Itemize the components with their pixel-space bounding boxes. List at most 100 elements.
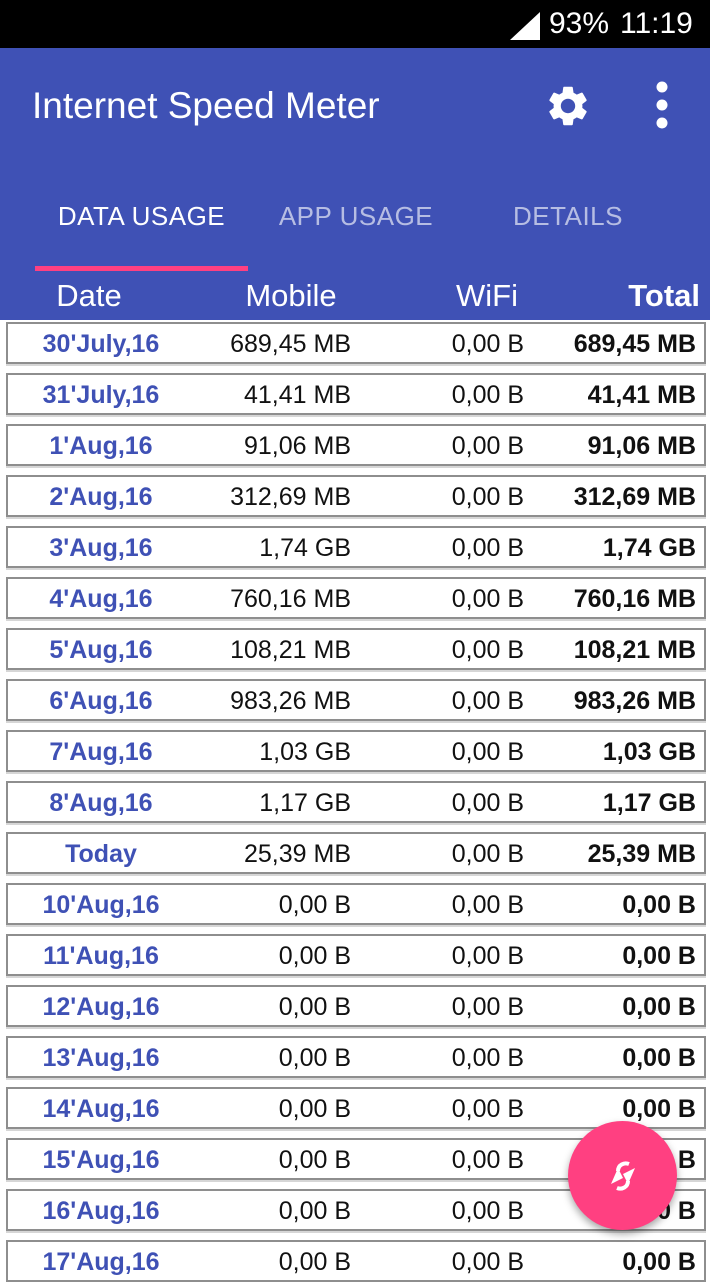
cell-total: 0,00 B [622, 891, 696, 919]
cell-date: 2'Aug,16 [49, 483, 153, 511]
cell-wifi: 0,00 B [451, 738, 524, 766]
table-row[interactable]: 4'Aug,16 760,16 MB 0,00 B 760,16 MB [6, 577, 706, 619]
cell-total: 312,69 MB [573, 483, 696, 511]
gear-icon[interactable] [544, 82, 592, 130]
clock: 11:19 [620, 7, 693, 40]
cell-wifi: 0,00 B [451, 942, 524, 970]
cell-total: 91,06 MB [587, 432, 696, 460]
table-row[interactable]: 17'Aug,16 0,00 B 0,00 B 0,00 B [6, 1240, 706, 1282]
cell-mobile: 0,00 B [278, 1197, 351, 1225]
overflow-menu-icon[interactable] [642, 78, 682, 134]
cell-date: 16'Aug,16 [42, 1197, 160, 1225]
tab-indicator [35, 266, 248, 271]
cell-wifi: 0,00 B [451, 432, 524, 460]
cell-wifi: 0,00 B [451, 1095, 524, 1123]
cell-date: Today [65, 840, 137, 868]
column-header-mobile: Mobile [245, 278, 337, 313]
column-header-total: Total [628, 278, 700, 313]
cell-wifi: 0,00 B [451, 534, 524, 562]
cell-total: 0,00 B [622, 993, 696, 1021]
cell-mobile: 0,00 B [278, 1248, 351, 1276]
cell-total: 108,21 MB [573, 636, 696, 664]
cell-wifi: 0,00 B [451, 1197, 524, 1225]
cell-date: 7'Aug,16 [49, 738, 153, 766]
table-row[interactable]: 13'Aug,16 0,00 B 0,00 B 0,00 B [6, 1036, 706, 1078]
app-title: Internet Speed Meter [32, 85, 380, 126]
cell-date: 30'July,16 [42, 330, 160, 358]
cell-wifi: 0,00 B [451, 1146, 524, 1174]
cell-wifi: 0,00 B [451, 585, 524, 613]
table-row[interactable]: 1'Aug,16 91,06 MB 0,00 B 91,06 MB [6, 424, 706, 466]
cell-total: 25,39 MB [587, 840, 696, 868]
cell-mobile: 1,03 GB [259, 738, 351, 766]
cell-wifi: 0,00 B [451, 636, 524, 664]
cell-total: 1,03 GB [602, 738, 696, 766]
cell-mobile: 0,00 B [278, 993, 351, 1021]
cell-total: 1,17 GB [602, 789, 696, 817]
table-row[interactable]: 30'July,16 689,45 MB 0,00 B 689,45 MB [6, 322, 706, 364]
cell-wifi: 0,00 B [451, 1248, 524, 1276]
cell-mobile: 760,16 MB [230, 585, 351, 613]
cell-date: 8'Aug,16 [49, 789, 153, 817]
table-row[interactable]: 12'Aug,16 0,00 B 0,00 B 0,00 B [6, 985, 706, 1027]
cell-date: 10'Aug,16 [42, 891, 160, 919]
cell-mobile: 689,45 MB [230, 330, 351, 358]
cell-wifi: 0,00 B [451, 330, 524, 358]
cell-wifi: 0,00 B [451, 840, 524, 868]
cell-wifi: 0,00 B [451, 1044, 524, 1072]
cell-date: 3'Aug,16 [49, 534, 153, 562]
battery-percent: 93% [549, 7, 610, 40]
cell-date: 13'Aug,16 [42, 1044, 160, 1072]
status-bar: 93% 11:19 [0, 0, 710, 48]
app-bar: Internet Speed Meter DATA USAGE APP USAG… [0, 48, 710, 320]
cell-wifi: 0,00 B [451, 483, 524, 511]
cell-wifi: 0,00 B [451, 381, 524, 409]
table-row[interactable]: 14'Aug,16 0,00 B 0,00 B 0,00 B [6, 1087, 706, 1129]
table-row[interactable]: Today 25,39 MB 0,00 B 25,39 MB [6, 832, 706, 874]
refresh-arrows-icon [611, 1161, 635, 1191]
signal-icon [510, 12, 540, 40]
table-row[interactable]: 11'Aug,16 0,00 B 0,00 B 0,00 B [6, 934, 706, 976]
tab-details[interactable]: DETAILS [462, 188, 674, 270]
cell-total: 0,00 B [622, 942, 696, 970]
tab-data-usage[interactable]: DATA USAGE [35, 188, 248, 270]
cell-total: 760,16 MB [573, 585, 696, 613]
cell-mobile: 108,21 MB [230, 636, 351, 664]
cell-wifi: 0,00 B [451, 687, 524, 715]
refresh-fab-button[interactable] [568, 1121, 677, 1230]
cell-mobile: 0,00 B [278, 1095, 351, 1123]
table-row[interactable]: 8'Aug,16 1,17 GB 0,00 B 1,17 GB [6, 781, 706, 823]
cell-mobile: 1,74 GB [259, 534, 351, 562]
cell-date: 4'Aug,16 [49, 585, 153, 613]
table-row[interactable]: 3'Aug,16 1,74 GB 0,00 B 1,74 GB [6, 526, 706, 568]
cell-wifi: 0,00 B [451, 891, 524, 919]
cell-date: 15'Aug,16 [42, 1146, 160, 1174]
table-row[interactable]: 31'July,16 41,41 MB 0,00 B 41,41 MB [6, 373, 706, 415]
cell-wifi: 0,00 B [451, 789, 524, 817]
tab-app-usage[interactable]: APP USAGE [250, 188, 462, 270]
cell-mobile: 0,00 B [278, 942, 351, 970]
table-row[interactable]: 7'Aug,16 1,03 GB 0,00 B 1,03 GB [6, 730, 706, 772]
cell-mobile: 312,69 MB [230, 483, 351, 511]
column-header-wifi: WiFi [456, 278, 518, 313]
cell-total: 983,26 MB [573, 687, 696, 715]
table-row[interactable]: 5'Aug,16 108,21 MB 0,00 B 108,21 MB [6, 628, 706, 670]
cell-mobile: 41,41 MB [243, 381, 351, 409]
table-row[interactable]: 10'Aug,16 0,00 B 0,00 B 0,00 B [6, 883, 706, 925]
cell-mobile: 0,00 B [278, 1146, 351, 1174]
cell-mobile: 91,06 MB [243, 432, 351, 460]
cell-date: 31'July,16 [42, 381, 160, 409]
cell-total: 0,00 B [622, 1044, 696, 1072]
cell-mobile: 0,00 B [278, 1044, 351, 1072]
table-row[interactable]: 6'Aug,16 983,26 MB 0,00 B 983,26 MB [6, 679, 706, 721]
cell-date: 6'Aug,16 [49, 687, 153, 715]
cell-date: 11'Aug,16 [43, 942, 159, 970]
tab-bar: DATA USAGE APP USAGE DETAILS [0, 188, 710, 270]
cell-total: 0,00 B [622, 1248, 696, 1276]
cell-date: 17'Aug,16 [42, 1248, 160, 1276]
column-header-date: Date [56, 278, 122, 313]
cell-date: 1'Aug,16 [49, 432, 153, 460]
cell-total: 41,41 MB [587, 381, 696, 409]
cell-total: 689,45 MB [573, 330, 696, 358]
table-row[interactable]: 2'Aug,16 312,69 MB 0,00 B 312,69 MB [6, 475, 706, 517]
